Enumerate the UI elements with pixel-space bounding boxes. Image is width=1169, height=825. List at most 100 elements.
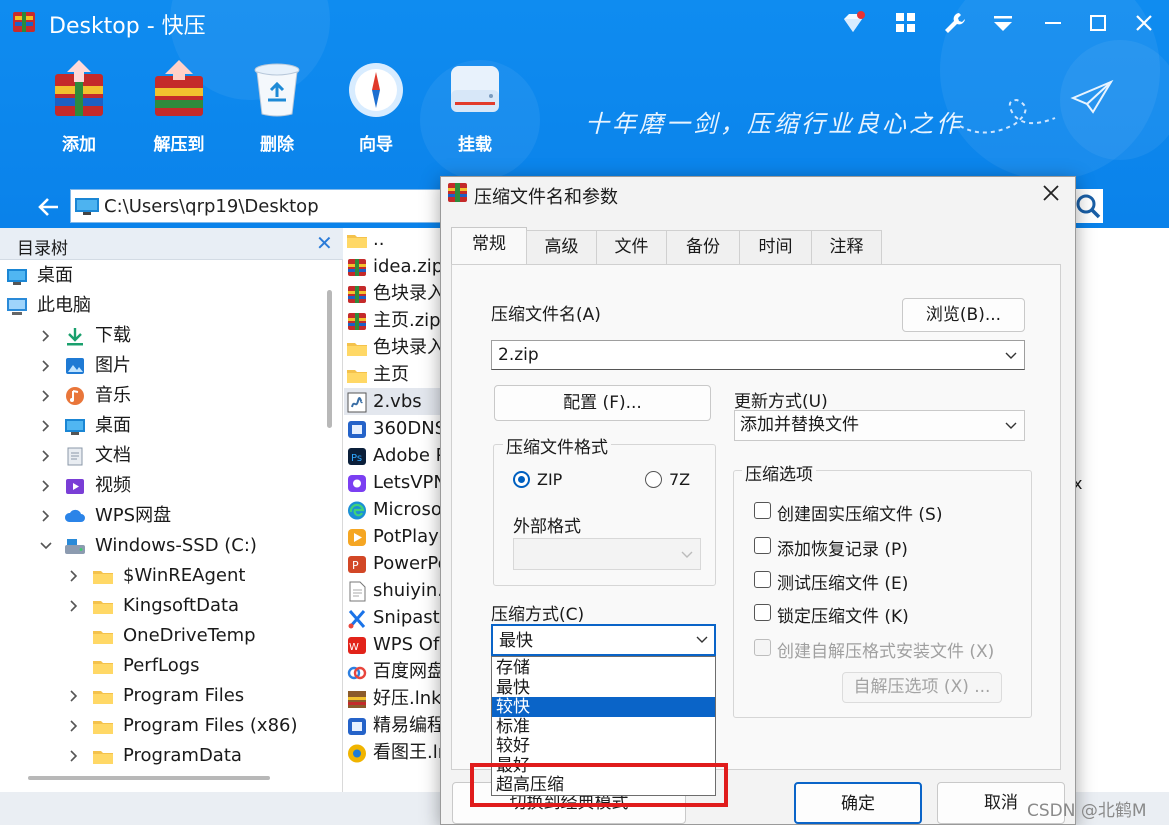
file-list-item[interactable]: 360DNS: [344, 415, 444, 442]
file-list-item[interactable]: ..: [344, 226, 444, 253]
sfx-options-button[interactable]: 自解压选项 (X) ...: [842, 672, 1002, 703]
tab-comment[interactable]: 注释: [811, 230, 882, 264]
method-option[interactable]: 存储: [492, 658, 715, 678]
update-mode-select[interactable]: 添加并替换文件: [734, 410, 1025, 441]
back-arrow-icon[interactable]: [36, 194, 62, 220]
format-7z-radio[interactable]: [645, 471, 662, 488]
file-list-item[interactable]: P PowerPo: [344, 550, 444, 577]
tree-scrollbar-vertical[interactable]: [327, 290, 332, 428]
tree-item[interactable]: 文档: [4, 442, 324, 470]
method-option[interactable]: 较快: [492, 697, 715, 717]
external-format-select[interactable]: [513, 538, 701, 570]
format-zip-radio[interactable]: [513, 471, 530, 488]
method-select[interactable]: 最快: [491, 624, 716, 656]
chevron-right-icon[interactable]: [39, 329, 53, 343]
tab-advanced[interactable]: 高级: [526, 230, 597, 264]
tree-item[interactable]: OneDriveTemp: [4, 622, 324, 650]
chevron-right-icon[interactable]: [67, 569, 81, 583]
tree-item[interactable]: $WinREAgent: [4, 562, 324, 590]
diamond-icon[interactable]: [840, 10, 866, 36]
file-list-item[interactable]: idea.zip: [344, 253, 444, 280]
wrench-icon[interactable]: [942, 10, 968, 36]
minimize-icon[interactable]: [1040, 10, 1066, 36]
folder-icon: [92, 716, 114, 736]
file-list-item[interactable]: PotPlaye: [344, 523, 444, 550]
file-list-item[interactable]: W WPS Of: [344, 631, 444, 658]
tree-item-label: PerfLogs: [123, 655, 200, 676]
toolbar-delete-button[interactable]: 删除: [237, 58, 317, 155]
file-list-item[interactable]: 主页: [344, 361, 444, 388]
format-7z-label: 7Z: [669, 470, 691, 489]
toolbar-extract-button[interactable]: 解压到: [139, 58, 219, 155]
chevron-down-icon[interactable]: [1004, 351, 1018, 361]
file-list-item[interactable]: Microso: [344, 496, 444, 523]
chevron-right-icon[interactable]: [39, 479, 53, 493]
tree-item[interactable]: 视频: [4, 472, 324, 500]
option-checkbox[interactable]: [754, 537, 771, 554]
close-window-icon[interactable]: [1131, 10, 1157, 36]
toolbar-wizard-button[interactable]: 向导: [336, 58, 416, 155]
file-list-item[interactable]: 百度网盘: [344, 658, 444, 685]
tab-backup[interactable]: 备份: [666, 230, 740, 264]
tree-item[interactable]: 此电脑: [4, 292, 324, 320]
chevron-right-icon[interactable]: [39, 419, 53, 433]
file-list-item[interactable]: 色块录入: [344, 280, 444, 307]
method-option[interactable]: 较好: [492, 736, 715, 756]
tree-scrollbar-horizontal[interactable]: [28, 776, 270, 780]
profile-button[interactable]: 配置 (F)...: [494, 385, 711, 421]
ok-button[interactable]: 确定: [794, 782, 922, 824]
tree-item[interactable]: Windows-SSD (C:): [4, 532, 324, 560]
browse-button[interactable]: 浏览(B)...: [902, 298, 1025, 332]
file-list-item[interactable]: 看图王.ln: [344, 739, 444, 766]
archive-name-input[interactable]: 2.zip: [491, 340, 1025, 370]
method-option[interactable]: 标准: [492, 717, 715, 737]
chevron-down-icon[interactable]: [695, 635, 709, 645]
chevron-right-icon[interactable]: [39, 509, 53, 523]
search-icon[interactable]: [1073, 189, 1103, 223]
toolbar-mount-button[interactable]: 挂载: [435, 58, 515, 155]
file-list-item[interactable]: 精易编程: [344, 712, 444, 739]
tree-item[interactable]: 桌面: [4, 262, 324, 290]
tree-close-icon[interactable]: ✕: [316, 233, 334, 253]
file-list-item[interactable]: 好压.lnk: [344, 685, 444, 712]
file-list-item[interactable]: Snipaste: [344, 604, 444, 631]
tree-item[interactable]: 下载: [4, 322, 324, 350]
dialog-close-icon[interactable]: [1038, 180, 1064, 206]
tree-item[interactable]: WPS网盘: [4, 502, 324, 530]
tree-item[interactable]: 图片: [4, 352, 324, 380]
chevron-right-icon[interactable]: [39, 389, 53, 403]
menu-icon[interactable]: [990, 10, 1016, 36]
tree-item[interactable]: KingsoftData: [4, 592, 324, 620]
file-list-item[interactable]: LetsVPN: [344, 469, 444, 496]
chevron-right-icon[interactable]: [39, 449, 53, 463]
chevron-down-icon[interactable]: [1004, 421, 1018, 431]
file-list-item[interactable]: 色块录入: [344, 334, 444, 361]
toolbar-add-button[interactable]: 添加: [39, 58, 119, 155]
tree-item[interactable]: 桌面: [4, 412, 324, 440]
tree-item[interactable]: 音乐: [4, 382, 324, 410]
tree-item[interactable]: ProgramData: [4, 742, 324, 770]
option-checkbox[interactable]: [754, 604, 771, 621]
file-list-item[interactable]: shuiyin.: [344, 577, 444, 604]
maximize-icon[interactable]: [1085, 10, 1111, 36]
tab-general[interactable]: 常规: [451, 227, 527, 265]
file-list-item[interactable]: 2.vbs: [344, 388, 444, 415]
chevron-down-icon[interactable]: [39, 539, 53, 553]
chevron-right-icon[interactable]: [67, 719, 81, 733]
file-list-item[interactable]: Ps Adobe P: [344, 442, 444, 469]
grid-icon[interactable]: [893, 10, 919, 36]
method-option[interactable]: 最快: [492, 678, 715, 698]
option-checkbox[interactable]: [754, 639, 771, 656]
tree-item[interactable]: Program Files: [4, 682, 324, 710]
chevron-right-icon[interactable]: [67, 689, 81, 703]
chevron-right-icon[interactable]: [67, 749, 81, 763]
tree-item[interactable]: PerfLogs: [4, 652, 324, 680]
option-checkbox[interactable]: [754, 502, 771, 519]
option-checkbox[interactable]: [754, 571, 771, 588]
tab-time[interactable]: 时间: [739, 230, 812, 264]
tab-files[interactable]: 文件: [596, 230, 667, 264]
chevron-right-icon[interactable]: [39, 359, 53, 373]
file-list-item[interactable]: 主页.zip: [344, 307, 444, 334]
chevron-right-icon[interactable]: [67, 599, 81, 613]
tree-item[interactable]: Program Files (x86): [4, 712, 324, 740]
